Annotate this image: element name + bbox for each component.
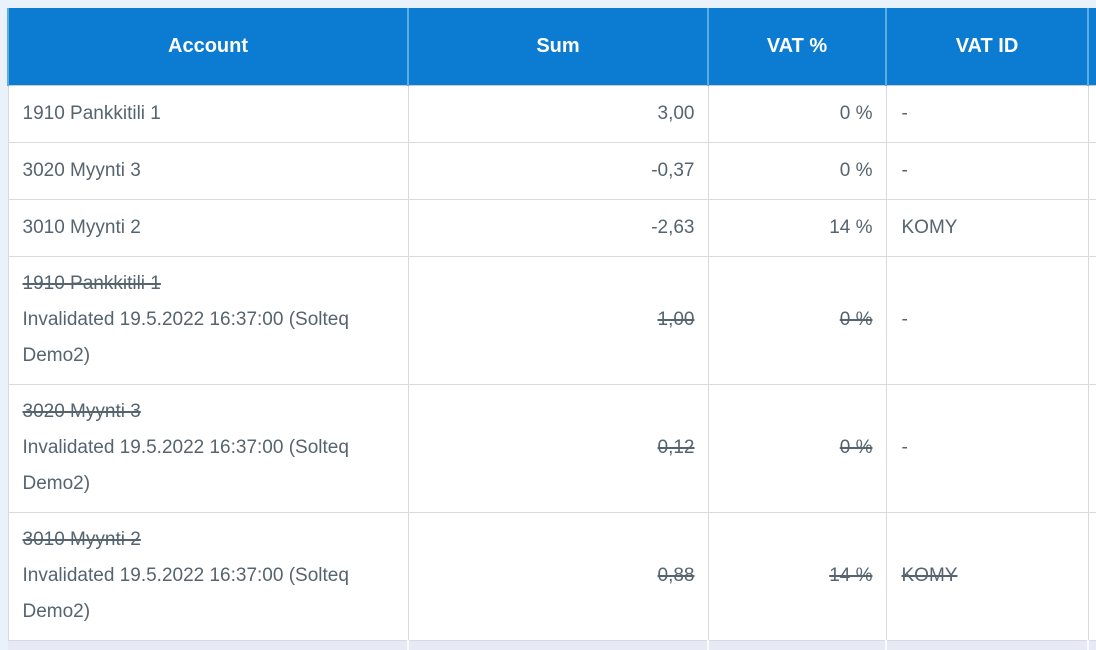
sum-cell: -2,63 [408, 199, 708, 256]
sum-value: -0,37 [651, 160, 694, 181]
account-name: 3020 Myynti 3 [23, 394, 395, 430]
table-row: 3020 Myynti 3 Invalidated 19.5.2022 16:3… [8, 384, 1096, 512]
vat-id-value: - [902, 437, 908, 458]
invalidated-note: Invalidated 19.5.2022 16:37:00 (Solteq D… [23, 302, 395, 374]
column-header-extra [1088, 8, 1096, 85]
vat-id-cell: - [886, 384, 1088, 512]
account-name: 3010 Myynti 2 [23, 210, 395, 246]
vat-id-value: KOMY [902, 217, 958, 238]
vat-id-cell: - [886, 256, 1088, 384]
sum-cell: -0,37 [408, 142, 708, 199]
vat-percent-value: 0 % [840, 160, 873, 181]
vat-percent-value: 0 % [840, 103, 873, 124]
accounting-table: Account Sum VAT % VAT ID 1910 Pankkitili… [7, 8, 1096, 650]
accounting-table-container: Account Sum VAT % VAT ID 1910 Pankkitili… [7, 8, 1096, 650]
footer-cell-vat-percent [708, 640, 886, 650]
table-footer [8, 640, 1096, 650]
vat-percent-value: 14 % [829, 217, 872, 238]
overflow-cell [1088, 142, 1096, 199]
footer-row [8, 640, 1096, 650]
vat-percent-value: 0 % [840, 437, 873, 458]
overflow-cell [1088, 85, 1096, 142]
vat-percent-cell: 0 % [708, 85, 886, 142]
account-name: 3010 Myynti 2 [23, 522, 395, 558]
vat-percent-cell: 0 % [708, 384, 886, 512]
footer-cell-account [8, 640, 408, 650]
account-cell: 1910 Pankkitili 1 Invalidated 19.5.2022 … [8, 256, 408, 384]
table-row: 3010 Myynti 2 Invalidated 19.5.2022 16:3… [8, 512, 1096, 640]
invalidated-note: Invalidated 19.5.2022 16:37:00 (Solteq D… [23, 558, 395, 630]
table-row: 1910 Pankkitili 1 3,00 0 % - [8, 85, 1096, 142]
sum-cell: 0,88 [408, 512, 708, 640]
header-row: Account Sum VAT % VAT ID [8, 8, 1096, 85]
footer-cell-vat-id [886, 640, 1088, 650]
vat-id-cell: - [886, 85, 1088, 142]
sum-value: 1,00 [658, 309, 695, 330]
vat-percent-value: 0 % [840, 309, 873, 330]
vat-percent-cell: 14 % [708, 512, 886, 640]
sum-cell: 1,00 [408, 256, 708, 384]
account-name: 1910 Pankkitili 1 [23, 266, 395, 302]
overflow-cell [1088, 384, 1096, 512]
sum-value: 3,00 [658, 103, 695, 124]
table-row: 3020 Myynti 3 -0,37 0 % - [8, 142, 1096, 199]
account-cell: 3010 Myynti 2 [8, 199, 408, 256]
vat-id-value: - [902, 160, 908, 181]
vat-percent-cell: 0 % [708, 142, 886, 199]
overflow-cell [1088, 256, 1096, 384]
overflow-cell [1088, 512, 1096, 640]
vat-id-value: - [902, 309, 908, 330]
footer-cell-extra [1088, 640, 1096, 650]
vat-percent-cell: 0 % [708, 256, 886, 384]
sum-value: -2,63 [651, 217, 694, 238]
column-header-account: Account [8, 8, 408, 85]
account-cell: 3010 Myynti 2 Invalidated 19.5.2022 16:3… [8, 512, 408, 640]
sum-value: 0,12 [658, 437, 695, 458]
invalidated-note: Invalidated 19.5.2022 16:37:00 (Solteq D… [23, 430, 395, 502]
footer-cell-sum [408, 640, 708, 650]
account-cell: 3020 Myynti 3 Invalidated 19.5.2022 16:3… [8, 384, 408, 512]
sum-cell: 3,00 [408, 85, 708, 142]
column-header-vat-id: VAT ID [886, 8, 1088, 85]
vat-id-cell: KOMY [886, 512, 1088, 640]
sum-value: 0,88 [658, 565, 695, 586]
vat-id-cell: - [886, 142, 1088, 199]
table-header: Account Sum VAT % VAT ID [8, 8, 1096, 85]
vat-id-cell: KOMY [886, 199, 1088, 256]
column-header-sum: Sum [408, 8, 708, 85]
table-body: 1910 Pankkitili 1 3,00 0 % - 3020 Myynti… [8, 85, 1096, 640]
sum-cell: 0,12 [408, 384, 708, 512]
table-row: 3010 Myynti 2 -2,63 14 % KOMY [8, 199, 1096, 256]
account-name: 3020 Myynti 3 [23, 153, 395, 189]
column-header-vat-percent: VAT % [708, 8, 886, 85]
vat-id-value: KOMY [902, 565, 958, 586]
table-row: 1910 Pankkitili 1 Invalidated 19.5.2022 … [8, 256, 1096, 384]
vat-id-value: - [902, 103, 908, 124]
vat-percent-value: 14 % [829, 565, 872, 586]
account-cell: 3020 Myynti 3 [8, 142, 408, 199]
overflow-cell [1088, 199, 1096, 256]
account-cell: 1910 Pankkitili 1 [8, 85, 408, 142]
vat-percent-cell: 14 % [708, 199, 886, 256]
account-name: 1910 Pankkitili 1 [23, 96, 395, 132]
